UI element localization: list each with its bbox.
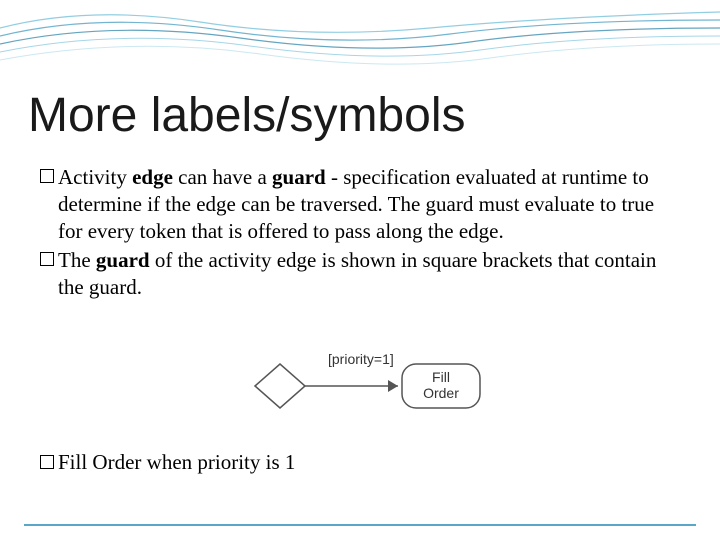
bullet-2-text: The guard of the activity edge is shown … [58,247,680,301]
guard-label: [priority=1] [328,351,394,367]
uml-diagram: [priority=1] Fill Order [220,336,500,431]
caption-text: Fill Order when priority is 1 [58,450,295,475]
arrowhead-icon [388,380,398,392]
slide: More labels/symbols Activity edge can ha… [0,0,720,540]
bullet-1-text: Activity edge can have a guard - specifi… [58,164,680,245]
bullet-icon [40,252,54,266]
action-label-line1: Fill [432,369,450,385]
action-label-line2: Order [423,385,459,401]
wave-decoration [0,0,720,75]
decision-node-icon [255,364,305,408]
bullet-icon [40,455,54,469]
bullet-icon [40,169,54,183]
slide-content: Activity edge can have a guard - specifi… [40,164,680,302]
bottom-accent-line [24,524,696,526]
bullet-2: The guard of the activity edge is shown … [40,247,680,301]
caption: Fill Order when priority is 1 [40,450,680,475]
bullet-1: Activity edge can have a guard - specifi… [40,164,680,245]
slide-title: More labels/symbols [28,88,465,143]
